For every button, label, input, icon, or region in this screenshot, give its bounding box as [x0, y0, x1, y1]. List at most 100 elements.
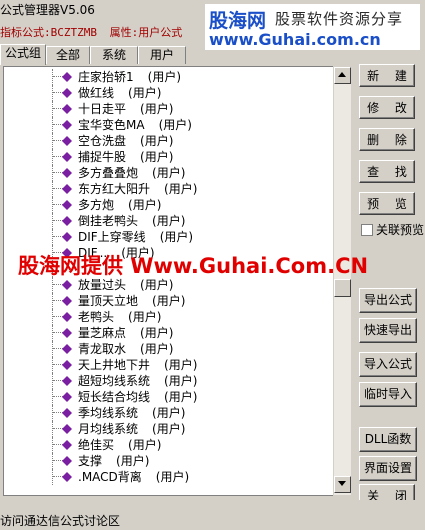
- watermark-logo: 股海网 股票软件资源分享 www.Guhai.com.cn: [205, 4, 420, 50]
- tree-item[interactable]: 季均线系统 (用户): [4, 405, 334, 421]
- formula-diamond-icon: [62, 120, 72, 130]
- tree-item[interactable]: 支撑 (用户): [4, 453, 334, 469]
- preview-button[interactable]: 预 览: [359, 192, 415, 215]
- formula-diamond-icon: [62, 328, 72, 338]
- tree-item[interactable]: 天上井地下井 (用户): [4, 357, 334, 373]
- status-bar: 访问通达信公式讨论区: [0, 500, 425, 530]
- formula-diamond-icon: [62, 232, 72, 242]
- formula-value: BCZTZMB: [50, 26, 97, 39]
- tree-item[interactable]: 十日走平 (用户): [4, 101, 334, 117]
- tree-item[interactable]: 宝华变色MA (用户): [4, 117, 334, 133]
- formula-name: 宝华变色MA: [78, 118, 145, 132]
- tab-user[interactable]: 用户: [138, 46, 186, 64]
- formula-name: 老鸭头: [78, 310, 115, 324]
- formula-owner: (用户): [159, 230, 194, 244]
- tree-item[interactable]: 青龙取水 (用户): [4, 341, 334, 357]
- ui-settings-button[interactable]: 界面设置: [359, 456, 417, 481]
- tab-system[interactable]: 系统: [90, 46, 138, 64]
- formula-owner: (用户): [128, 438, 162, 452]
- formula-owner: (用户): [140, 134, 174, 148]
- formula-owner: (用户): [140, 102, 174, 116]
- tree-item-label: 东方红大阳升 (用户): [78, 181, 197, 197]
- tab-formula-group[interactable]: 公式组: [0, 44, 46, 65]
- formula-owner: (用户): [116, 454, 150, 468]
- tree-item[interactable]: 老鸭头 (用户): [4, 309, 334, 325]
- formula-diamond-icon: [62, 152, 72, 162]
- formula-diamond-icon: [62, 200, 72, 210]
- tree-item[interactable]: DIF上穿零线 (用户): [4, 229, 334, 245]
- tree-item[interactable]: 东方红大阳升 (用户): [4, 181, 334, 197]
- find-button[interactable]: 查 找: [359, 160, 415, 183]
- tree-item-label: 老鸭头 (用户): [78, 309, 161, 325]
- arrow-up-icon: [338, 72, 346, 77]
- tree-item[interactable]: 量顶天立地 (用户): [4, 293, 334, 309]
- tree-item[interactable]: 做红线 (用户): [4, 85, 334, 101]
- formula-diamond-icon: [62, 312, 72, 322]
- tree-item[interactable]: 量芝麻点 (用户): [4, 325, 334, 341]
- formula-owner: (用户): [164, 374, 198, 388]
- formula-owner: (用户): [128, 310, 162, 324]
- formula-name: 做红线: [78, 86, 115, 100]
- dll-button[interactable]: DLL函数: [359, 427, 417, 452]
- tree-item[interactable]: 超短均线系统 (用户): [4, 373, 334, 389]
- tree-item-label: 支撑 (用户): [78, 453, 149, 469]
- formula-name: 超短均线系统: [78, 374, 151, 388]
- tree-item[interactable]: 空仓洗盘 (用户): [4, 133, 334, 149]
- status-text[interactable]: 访问通达信公式讨论区: [0, 512, 120, 529]
- formula-diamond-icon: [62, 72, 72, 82]
- tree-item[interactable]: .MACD背离 (用户): [4, 469, 334, 485]
- tree-item-label: 超短均线系统 (用户): [78, 373, 197, 389]
- tree-item-label: 天上井地下井 (用户): [78, 357, 197, 373]
- formula-owner: (用户): [140, 278, 174, 292]
- tab-strip: 公式组 全部 系统 用户: [0, 44, 205, 65]
- tree-item-label: 多方炮 (用户): [78, 197, 161, 213]
- link-preview-checkbox[interactable]: 关联预览: [361, 221, 424, 238]
- formula-name: 捕捉牛股: [78, 150, 127, 164]
- link-preview-label: 关联预览: [376, 223, 425, 237]
- formula-diamond-icon: [62, 408, 72, 418]
- watermark-brand: 股海网: [209, 10, 267, 32]
- tree-item[interactable]: 倒挂老鸭头 (用户): [4, 213, 334, 229]
- tree-item-label: 倒挂老鸭头 (用户): [78, 213, 185, 229]
- quick-export-button[interactable]: 快速导出: [359, 318, 417, 343]
- formula-name: 多方叠叠炮: [78, 166, 139, 180]
- tree-item-label: 短长结合均线 (用户): [78, 389, 197, 405]
- formula-diamond-icon: [62, 168, 72, 178]
- delete-button[interactable]: 删 除: [359, 128, 415, 151]
- edit-button[interactable]: 修 改: [359, 96, 415, 119]
- scroll-down-button[interactable]: [334, 476, 351, 493]
- formula-name: 倒挂老鸭头: [78, 214, 139, 228]
- formula-diamond-icon: [62, 440, 72, 450]
- tree-item[interactable]: 多方叠叠炮 (用户): [4, 165, 334, 181]
- tab-all[interactable]: 全部: [46, 46, 90, 64]
- formula-tree[interactable]: 庄家抬轿1 (用户) 做红线 (用户) 十日走平 (用户) 宝华变色MA (用户) 空仓洗盘 (用…: [3, 66, 335, 496]
- formula-owner: (用户): [155, 470, 190, 484]
- tree-item-label: 量芝麻点 (用户): [78, 325, 173, 341]
- arrow-down-icon: [338, 481, 346, 486]
- formula-name: 量顶天立地: [78, 294, 139, 308]
- tree-item[interactable]: 月均线系统 (用户): [4, 421, 334, 437]
- formula-owner: (用户): [140, 326, 174, 340]
- export-button[interactable]: 导出公式: [359, 288, 417, 313]
- checkbox-box[interactable]: [361, 224, 373, 236]
- formula-diamond-icon: [62, 456, 72, 466]
- import-button[interactable]: 导入公式: [359, 352, 417, 377]
- tree-item[interactable]: 捕捉牛股 (用户): [4, 149, 334, 165]
- tree-item[interactable]: 短长结合均线 (用户): [4, 389, 334, 405]
- formula-name: DIF上穿零线: [78, 230, 146, 244]
- tree-item-label: .MACD背离 (用户): [78, 469, 189, 485]
- tree-item[interactable]: 多方炮 (用户): [4, 197, 334, 213]
- formula-name: 空仓洗盘: [78, 134, 127, 148]
- tree-scrollbar[interactable]: [333, 66, 352, 496]
- scroll-thumb[interactable]: [334, 279, 351, 297]
- formula-owner: (用户): [147, 70, 182, 84]
- tree-item-label: 十日走平 (用户): [78, 101, 173, 117]
- formula-diamond-icon: [62, 376, 72, 386]
- tree-item[interactable]: 绝佳买 (用户): [4, 437, 334, 453]
- temp-import-button[interactable]: 临时导入: [359, 382, 417, 407]
- new-button[interactable]: 新 建: [359, 64, 415, 87]
- scroll-up-button[interactable]: [334, 67, 351, 84]
- tree-item[interactable]: 庄家抬轿1 (用户): [4, 69, 334, 85]
- formula-owner: (用户): [164, 390, 198, 404]
- window-title: 公式管理器V5.06: [0, 3, 95, 17]
